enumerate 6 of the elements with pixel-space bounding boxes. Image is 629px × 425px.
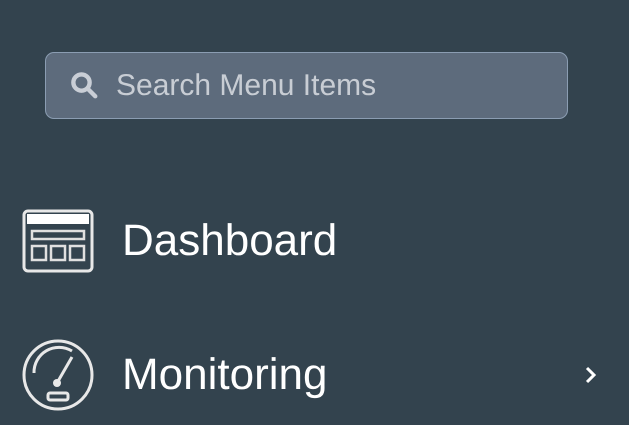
menu-item[interactable]: Dashboard [122, 216, 597, 266]
chevron-right-icon[interactable] [585, 366, 597, 384]
search-field[interactable]: Search Menu Items [45, 52, 568, 119]
gauge-icon [22, 339, 94, 411]
menu-item[interactable]: Monitoring [122, 350, 585, 400]
dashboard-icon [22, 209, 94, 273]
